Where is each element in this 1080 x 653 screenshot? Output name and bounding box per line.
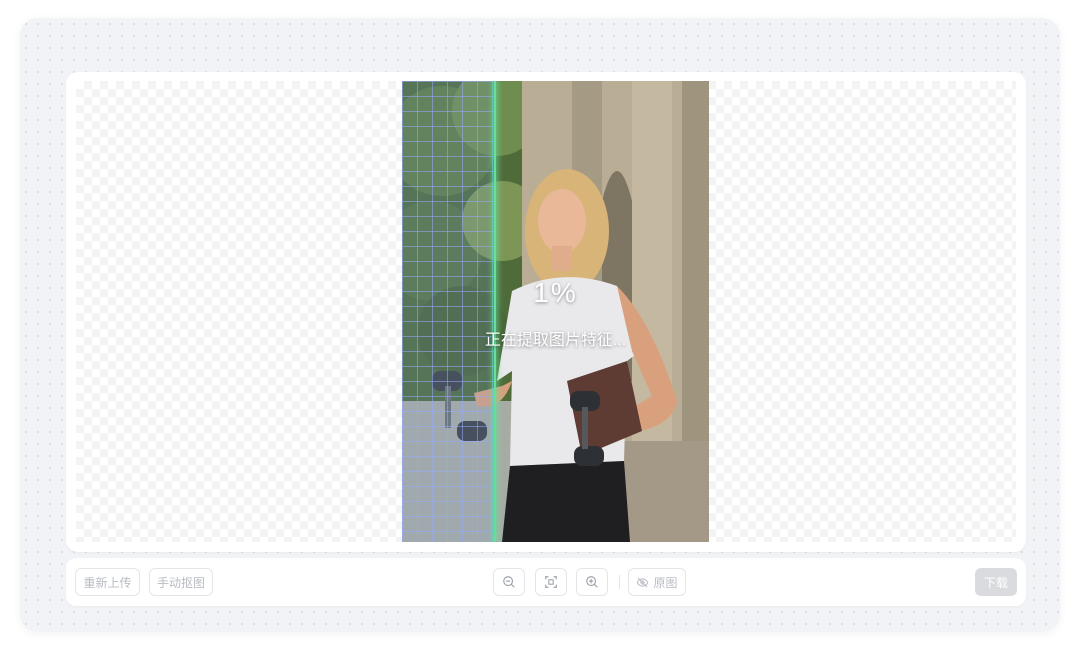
bottom-toolbar: 重新上传 手动抠图 原图 下载 — [66, 558, 1026, 606]
zoom-in-icon — [586, 576, 598, 588]
fit-screen-button[interactable] — [535, 568, 567, 596]
feature-scan-grid — [402, 81, 495, 542]
manual-cutout-button[interactable]: 手动抠图 — [149, 568, 213, 596]
scan-line — [494, 81, 496, 542]
fit-screen-icon — [545, 576, 557, 588]
zoom-out-button[interactable] — [493, 568, 525, 596]
download-button[interactable]: 下载 — [975, 568, 1017, 596]
transparent-checkerboard: 1% 正在提取图片特征... — [76, 81, 1016, 542]
zoom-out-icon — [503, 576, 515, 588]
uploaded-photo: 1% 正在提取图片特征... — [402, 81, 709, 542]
eye-off-icon — [637, 577, 649, 587]
progress-percentage: 1% — [533, 277, 578, 308]
zoom-in-button[interactable] — [576, 568, 608, 596]
reupload-button[interactable]: 重新上传 — [75, 568, 140, 596]
toolbar-divider — [619, 575, 620, 589]
view-original-button[interactable]: 原图 — [628, 568, 686, 596]
processing-status: 正在提取图片特征... — [484, 332, 627, 349]
preview-canvas: 1% 正在提取图片特征... — [66, 72, 1026, 552]
view-original-label: 原图 — [653, 575, 678, 590]
